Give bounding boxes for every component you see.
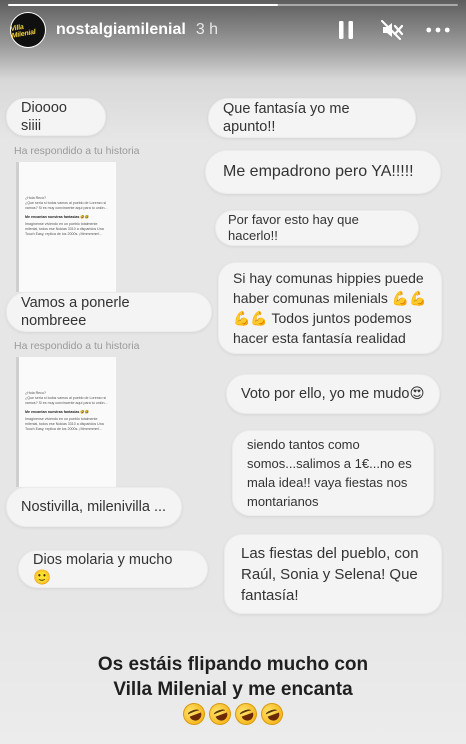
message-text: Me empadrono pero YA!!!!!	[223, 163, 414, 180]
message-left-1: Dioooo siiii	[6, 98, 106, 136]
username[interactable]: nostalgiamilenial	[56, 21, 186, 39]
message-right-2: Me empadrono pero YA!!!!!	[205, 150, 441, 194]
message-right-1: Que fantasía yo me apunto!!	[208, 98, 416, 138]
caption-line-2: Villa Milenial y me encanta	[113, 679, 353, 700]
caption-emojis	[0, 699, 466, 729]
message-text: Si hay comunas hippies puede haber comun…	[233, 270, 427, 346]
story-progress-fill	[8, 4, 278, 6]
message-text: Voto por ello, yo me mudo😍	[241, 385, 425, 402]
story-screen[interactable]: Villa Milenial nostalgiamilenial 3 h Dio…	[0, 0, 466, 744]
message-left-4: Dios molaria y mucho 🙂	[18, 550, 208, 588]
story-caption: Os estáis flipando mucho con Villa Milen…	[0, 652, 466, 702]
caption-line-1: Os estáis flipando mucho con	[97, 654, 369, 675]
message-text: Las fiestas del pueblo, con Raúl, Sonia …	[241, 544, 419, 604]
story-progress-bar	[8, 4, 458, 6]
header-controls	[334, 18, 456, 42]
message-text: Vamos a ponerle nombreee	[21, 294, 130, 329]
avatar[interactable]: Villa Milenial	[10, 12, 46, 48]
message-right-3: Por favor esto hay que hacerlo!!	[215, 210, 419, 246]
message-text: Nostivilla, milenivilla ...	[21, 498, 167, 515]
thumb-bold: Me encantan nuestras fantasias 🤣🤣	[25, 409, 90, 414]
reply-label-1: Ha respondido a tu historia	[14, 145, 140, 157]
thumb-bold: Me encantan nuestras fantasias 🤣🤣	[25, 214, 90, 219]
message-right-7: Las fiestas del pueblo, con Raúl, Sonia …	[224, 534, 442, 614]
message-left-3: Nostivilla, milenivilla ...	[6, 487, 182, 527]
rolling-laughing-emoji-icon	[179, 699, 209, 729]
reply-label-2: Ha respondido a tu historia	[14, 340, 140, 352]
message-text: Dios molaria y mucho 🙂	[33, 551, 173, 586]
story-header: Villa Milenial nostalgiamilenial 3 h	[0, 8, 466, 52]
thumb-line-2: ¿Que sería si todos vamos al pueblo de L…	[25, 200, 108, 210]
message-text: Dioooo siiii	[21, 99, 67, 134]
message-right-5: Voto por ello, yo me mudo😍	[226, 374, 440, 414]
mute-icon[interactable]	[380, 18, 404, 42]
message-left-2: Vamos a ponerle nombreee	[6, 292, 212, 332]
message-right-6: siendo tantos como somos...salimos a 1€.…	[232, 430, 434, 516]
thumb-line-3: Imagínense viviendo en un pueblo totalme…	[25, 417, 104, 432]
message-text: Por favor esto hay que hacerlo!!	[228, 211, 359, 243]
thumb-line-2: ¿Que sería si todos vamos al pueblo de L…	[25, 395, 108, 405]
message-text: Que fantasía yo me apunto!!	[223, 100, 350, 135]
more-icon[interactable]	[426, 18, 450, 42]
rolling-laughing-emoji-icon	[257, 699, 287, 729]
thumb-line-3: Imagínense viviendo en un pueblo totalme…	[25, 222, 104, 237]
message-right-4: Si hay comunas hippies puede haber comun…	[218, 262, 442, 354]
pause-icon[interactable]	[334, 18, 358, 42]
rolling-laughing-emoji-icon	[231, 699, 261, 729]
message-text: siendo tantos como somos...salimos a 1€.…	[247, 437, 412, 509]
story-thumbnail-2[interactable]: ¿Hola Reco? ¿Que sería si todos vamos al…	[16, 357, 116, 487]
post-time: 3 h	[195, 21, 219, 38]
avatar-logo-text: Villa Milenial	[10, 23, 37, 40]
story-thumbnail-1[interactable]: ¿Hola Reco? ¿Que sería si todos vamos al…	[16, 162, 116, 292]
rolling-laughing-emoji-icon	[205, 699, 235, 729]
